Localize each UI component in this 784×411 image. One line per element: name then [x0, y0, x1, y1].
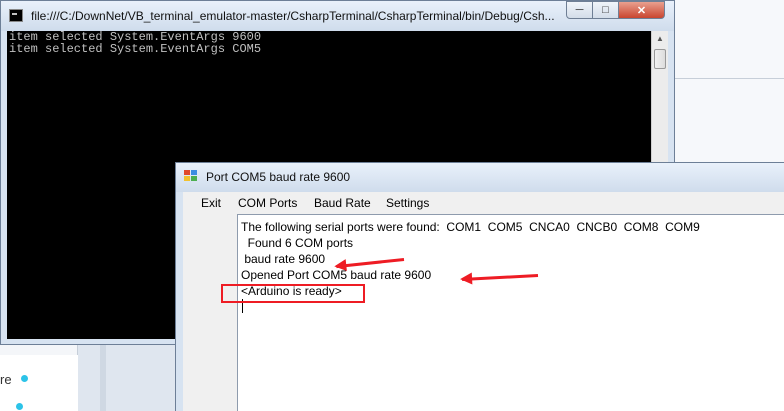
- menu-settings[interactable]: Settings: [386, 196, 429, 210]
- menu-com-ports[interactable]: COM Ports: [238, 196, 297, 210]
- log-line: The following serial ports were found: C…: [241, 220, 700, 234]
- form-app-icon: [184, 170, 199, 184]
- scroll-up-icon[interactable]: ▲: [652, 31, 668, 47]
- log-line: Found 6 COM ports: [241, 236, 354, 250]
- scroll-thumb[interactable]: [654, 49, 666, 69]
- console-app-icon: [9, 9, 23, 22]
- console-line: item selected System.EventArgs COM5: [9, 42, 262, 56]
- ide-left-strip: [0, 355, 78, 411]
- ide-fragment-text: re: [0, 372, 12, 387]
- close-button[interactable]: ✕: [618, 1, 665, 19]
- maximize-button[interactable]: □: [592, 1, 619, 19]
- minimize-button[interactable]: ─: [566, 1, 593, 19]
- menu-baud-rate[interactable]: Baud Rate: [314, 196, 371, 210]
- menu-bar: Exit COM Ports Baud Rate Settings: [183, 192, 784, 214]
- serial-log-textbox[interactable]: The following serial ports were found: C…: [237, 214, 784, 411]
- ide-right-panel: [672, 0, 784, 170]
- menu-exit[interactable]: Exit: [201, 196, 221, 210]
- console-title-bar[interactable]: file:///C:/DownNet/VB_terminal_emulator-…: [1, 1, 674, 31]
- bullet-icon: [16, 403, 23, 410]
- port-title-bar[interactable]: Port COM5 baud rate 9600: [176, 163, 784, 192]
- log-line: baud rate 9600: [241, 252, 326, 266]
- port-window-title: Port COM5 baud rate 9600: [206, 170, 351, 184]
- console-title: file:///C:/DownNet/VB_terminal_emulator-…: [31, 9, 555, 23]
- highlight-box: [221, 284, 365, 303]
- bullet-icon: [21, 375, 28, 382]
- divider: [672, 78, 784, 79]
